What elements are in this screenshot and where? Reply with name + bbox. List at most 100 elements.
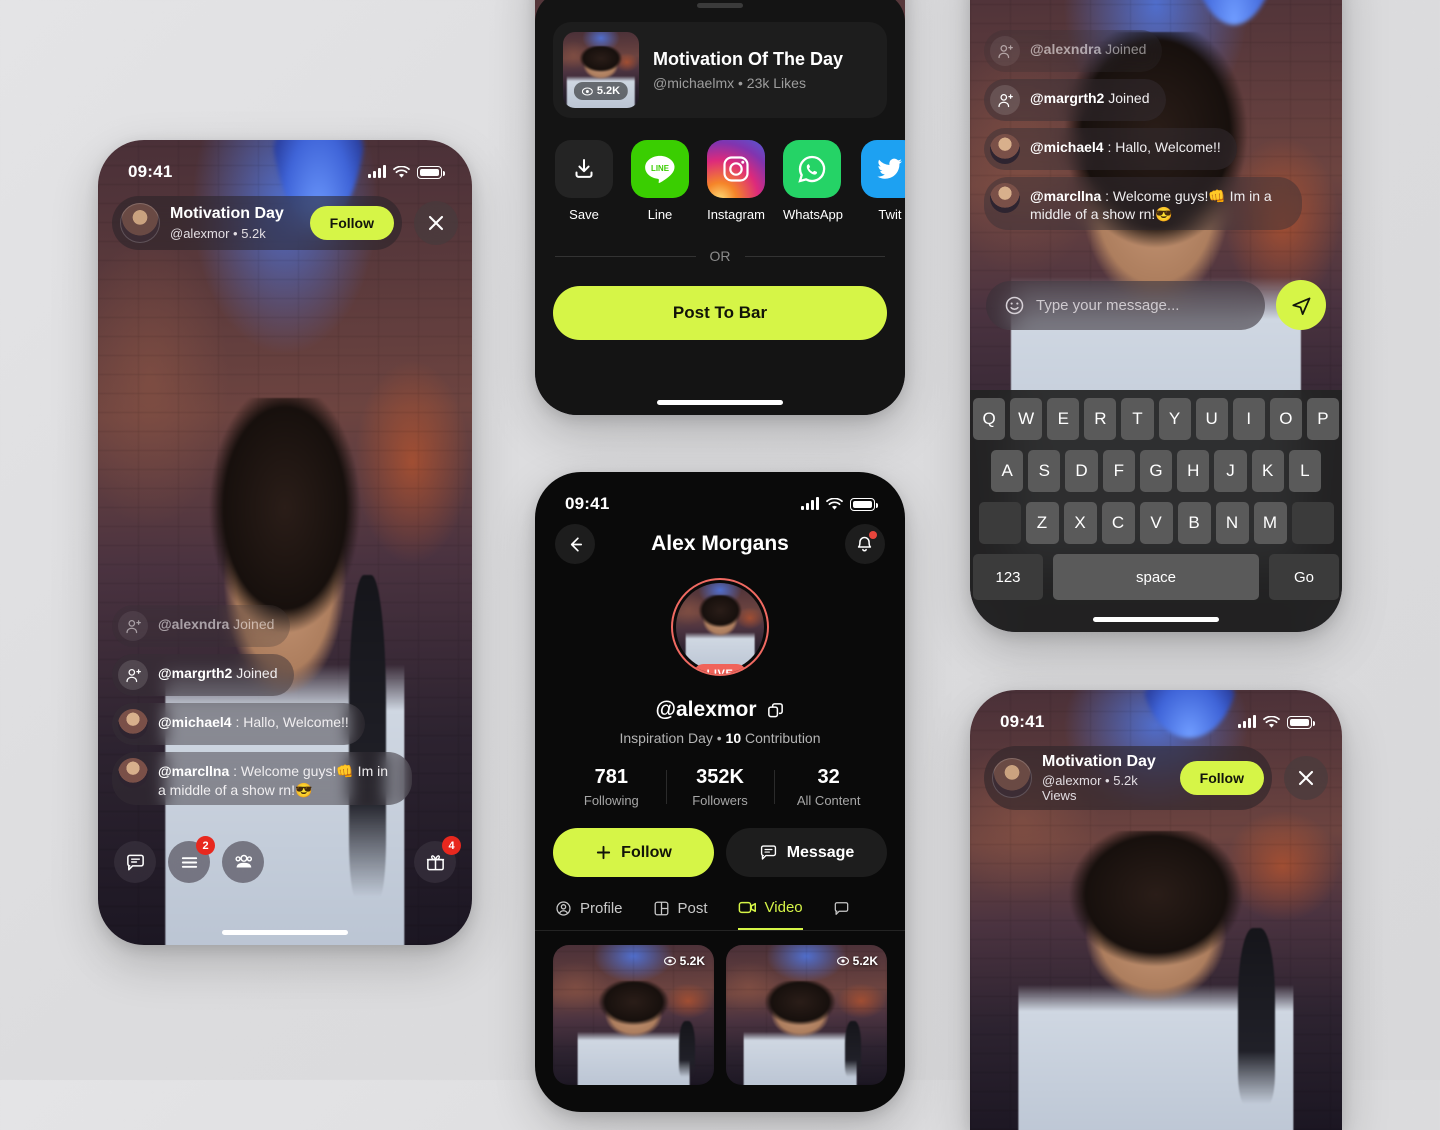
space-key[interactable]: space [1053,554,1259,600]
key-y[interactable]: Y [1158,398,1191,440]
key-a[interactable]: A [991,450,1024,492]
share-content-card[interactable]: 5.2K Motivation Of The Day @michaelmx • … [553,22,887,118]
comment-icon [126,854,144,870]
stat-following[interactable]: 781 Following [557,766,666,808]
follow-button[interactable]: Follow [1179,761,1264,796]
key-u[interactable]: U [1195,398,1228,440]
streamer-avatar [120,203,160,243]
live-video-scene [98,140,472,945]
chat-message-item: @marcllna : Welcome guys!👊 Im in a middl… [984,177,1302,230]
share-app-whatsapp[interactable]: WhatsApp [783,140,843,222]
close-button[interactable] [414,201,458,245]
key-p[interactable]: P [1306,398,1339,440]
share-app-label: Instagram [707,207,765,222]
keyboard-row-4: 123 space Go [973,554,1339,600]
follow-button[interactable]: Follow [309,206,394,240]
key-w[interactable]: W [1010,398,1043,440]
stat-followers[interactable]: 352K Followers [665,766,775,808]
download-icon [555,140,613,198]
shift-key[interactable] [978,502,1021,544]
share-app-line[interactable]: LINE Line [631,140,689,222]
chat-text: : Hallo, Welcome!! [231,714,349,731]
video-thumbnail[interactable]: 5.2K [553,945,714,1085]
gift-button[interactable]: 4 [414,836,461,883]
share-app-save[interactable]: Save [555,140,613,222]
stream-info-pill[interactable]: Motivation Day @alexmor • 5.2k Follow [112,196,402,250]
key-r[interactable]: R [1084,398,1117,440]
video-views: 5.2K [679,954,705,968]
key-f[interactable]: F [1102,450,1135,492]
chat-user: @marcllna [1030,188,1102,204]
gift-badge: 4 [442,836,461,855]
key-t[interactable]: T [1121,398,1154,440]
message-button[interactable]: Message [726,828,887,877]
stream-meta: @alexmor • 5.2k Views [1042,773,1138,804]
smiley-icon[interactable] [1004,295,1025,316]
share-title: Motivation Of The Day [653,49,844,69]
key-h[interactable]: H [1177,450,1210,492]
chat-message-item: @marcllna : Welcome guys!👊 Im in a middl… [112,752,412,805]
people-icon [235,854,253,868]
profile-avatar[interactable]: LIVE [671,578,769,676]
video-view-tag: 5.2K [663,954,705,968]
notifications-button[interactable] [844,524,885,564]
key-b[interactable]: B [1177,502,1211,544]
svg-text:LINE: LINE [651,164,669,173]
or-label: OR [709,248,731,264]
message-input[interactable]: Type your message... [986,280,1265,330]
key-o[interactable]: O [1269,398,1302,440]
key-g[interactable]: G [1139,450,1173,492]
battery-icon [1287,715,1315,729]
key-x[interactable]: X [1063,502,1097,544]
key-e[interactable]: E [1047,398,1080,440]
wifi-icon [1263,715,1280,728]
key-d[interactable]: D [1065,450,1098,492]
key-c[interactable]: C [1101,502,1135,544]
phone-live-stream-secondary: 09:41 Motivation Day @alexmor • 5.2k Vie… [970,690,1342,1130]
share-app-label: Line [647,207,673,222]
send-button[interactable] [1276,280,1326,330]
key-v[interactable]: V [1139,502,1173,544]
tab-chat[interactable] [833,899,858,930]
menu-button[interactable]: 2 [168,836,215,883]
or-divider: OR [555,248,885,264]
people-button[interactable] [222,841,264,883]
chat-text: Joined [1101,41,1147,57]
tab-video[interactable]: Video [737,899,803,930]
close-button[interactable] [1284,756,1328,801]
menu-icon [181,856,197,868]
share-views: 5.2K [596,85,621,97]
home-indicator [222,930,348,935]
follow-button[interactable]: Follow [553,828,714,877]
copy-icon[interactable] [766,701,785,720]
post-to-bar-button[interactable]: Post To Bar [553,286,887,340]
backspace-key[interactable] [1291,502,1334,544]
profile-handle-row: @alexmor [535,698,905,722]
chat-text: Joined [232,665,278,682]
tab-profile[interactable]: Profile [555,899,623,930]
stat-all-content[interactable]: 32 All Content [774,766,883,808]
instagram-icon [707,140,765,198]
go-key[interactable]: Go [1269,554,1339,600]
key-n[interactable]: N [1215,502,1249,544]
stream-info-pill[interactable]: Motivation Day @alexmor • 5.2k Views Fol… [984,746,1272,811]
key-s[interactable]: S [1028,450,1061,492]
message-input-row: Type your message... [986,280,1326,330]
share-app-twitter[interactable]: Twit [860,140,905,222]
share-app-instagram[interactable]: Instagram [707,140,765,222]
drag-handle[interactable] [697,3,743,8]
video-thumbnail[interactable]: 5.2K [726,945,887,1085]
chat-user: @alexndra [1030,41,1102,57]
key-j[interactable]: J [1214,450,1247,492]
key-l[interactable]: L [1288,450,1321,492]
key-q[interactable]: Q [973,398,1006,440]
profile-handle: @alexmor [655,698,757,721]
comment-button[interactable] [114,841,156,883]
numbers-key[interactable]: 123 [973,554,1043,600]
tab-post[interactable]: Post [653,899,708,930]
back-button[interactable] [555,524,595,564]
key-k[interactable]: K [1251,450,1284,492]
key-i[interactable]: I [1232,398,1265,440]
key-m[interactable]: M [1253,502,1287,544]
key-z[interactable]: Z [1025,502,1059,544]
